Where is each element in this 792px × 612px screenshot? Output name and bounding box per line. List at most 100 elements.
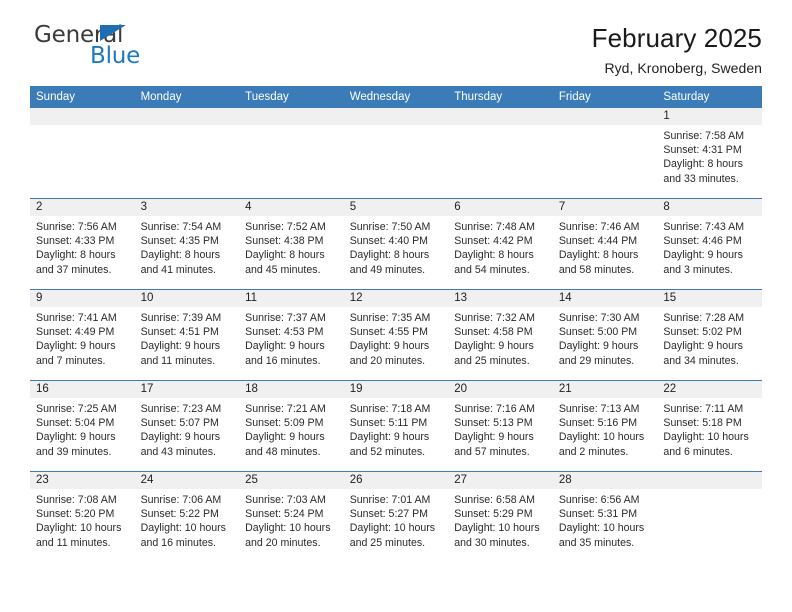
daylight-text-line2: and 52 minutes. <box>349 445 426 458</box>
calendar-cell[interactable]: 2 Sunrise: 7:56 AM Sunset: 4:33 PM Dayli… <box>30 198 135 290</box>
day-number: 1 <box>657 108 762 125</box>
daylight-text-line1: Daylight: 10 hours <box>349 522 436 535</box>
calendar-cell[interactable]: 18 Sunrise: 7:21 AM Sunset: 5:09 PM Dayl… <box>239 380 344 472</box>
day-number: 4 <box>239 199 344 216</box>
day-number: 8 <box>657 199 762 216</box>
weekday-header-wednesday: Wednesday <box>343 86 449 108</box>
daylight-text-line1: Daylight: 9 hours <box>454 431 534 444</box>
sunrise-text: Sunrise: 7:56 AM <box>36 221 117 233</box>
calendar-cell[interactable]: 14 Sunrise: 7:30 AM Sunset: 5:00 PM Dayl… <box>552 289 658 381</box>
sunset-text: Sunset: 5:27 PM <box>349 508 429 521</box>
day-number: 5 <box>343 199 449 216</box>
day-number <box>448 108 553 125</box>
day-number: 2 <box>30 199 135 216</box>
daylight-text-line1: Daylight: 8 hours <box>349 249 430 262</box>
calendar-cell[interactable]: 6 Sunrise: 7:48 AM Sunset: 4:42 PM Dayli… <box>448 198 553 290</box>
day-number: 23 <box>30 472 135 489</box>
daylight-text-line2: and 11 minutes. <box>140 354 216 367</box>
sunset-text: Sunset: 4:51 PM <box>140 326 219 339</box>
day-number: 6 <box>448 199 553 216</box>
calendar-cell[interactable]: 4 Sunrise: 7:52 AM Sunset: 4:38 PM Dayli… <box>239 198 344 290</box>
page-subtitle: Ryd, Kronoberg, Sweden <box>604 59 762 76</box>
calendar-week-row: 16 Sunrise: 7:25 AM Sunset: 5:04 PM Dayl… <box>30 380 762 472</box>
calendar-cell[interactable]: 24 Sunrise: 7:06 AM Sunset: 5:22 PM Dayl… <box>134 471 240 562</box>
daylight-text-line1: Daylight: 9 hours <box>558 340 639 353</box>
day-number <box>30 108 135 125</box>
weekday-header-thursday: Thursday <box>448 86 553 108</box>
sunset-text: Sunset: 5:00 PM <box>558 326 638 339</box>
day-number: 17 <box>134 381 240 398</box>
calendar-cell[interactable]: 11 Sunrise: 7:37 AM Sunset: 4:53 PM Dayl… <box>239 289 344 381</box>
calendar-cell[interactable]: 28 Sunrise: 6:56 AM Sunset: 5:31 PM Dayl… <box>552 471 658 562</box>
calendar-cell[interactable] <box>134 108 240 199</box>
calendar-cell[interactable] <box>239 108 344 199</box>
daylight-text-line1: Daylight: 9 hours <box>140 431 221 444</box>
weekday-header-saturday: Saturday <box>657 86 762 108</box>
sunrise-text: Sunrise: 7:21 AM <box>245 403 326 415</box>
daylight-text-line1: Daylight: 9 hours <box>36 340 116 353</box>
sunrise-text: Sunrise: 7:52 AM <box>245 221 326 233</box>
day-details: Sunrise: 7:11 AM Sunset: 5:18 PM Dayligh… <box>657 398 762 459</box>
calendar-cell[interactable] <box>343 108 449 199</box>
calendar-cell[interactable]: 19 Sunrise: 7:18 AM Sunset: 5:11 PM Dayl… <box>343 380 449 472</box>
day-number: 15 <box>657 290 762 307</box>
sunset-text: Sunset: 4:35 PM <box>140 235 219 248</box>
daylight-text-line1: Daylight: 9 hours <box>454 340 534 353</box>
calendar-cell[interactable]: 5 Sunrise: 7:50 AM Sunset: 4:40 PM Dayli… <box>343 198 449 290</box>
day-number: 20 <box>448 381 553 398</box>
calendar-cell[interactable]: 9 Sunrise: 7:41 AM Sunset: 4:49 PM Dayli… <box>30 289 135 381</box>
day-number: 27 <box>448 472 553 489</box>
calendar-cell[interactable]: 27 Sunrise: 6:58 AM Sunset: 5:29 PM Dayl… <box>448 471 553 562</box>
day-number: 19 <box>343 381 449 398</box>
calendar-cell[interactable]: 23 Sunrise: 7:08 AM Sunset: 5:20 PM Dayl… <box>30 471 135 562</box>
calendar-cell[interactable]: 1 Sunrise: 7:58 AM Sunset: 4:31 PM Dayli… <box>657 108 762 199</box>
day-details: Sunrise: 7:48 AM Sunset: 4:42 PM Dayligh… <box>448 216 553 277</box>
calendar-cell[interactable] <box>657 471 762 562</box>
daylight-text-line2: and 49 minutes. <box>349 263 426 276</box>
day-number: 22 <box>657 381 762 398</box>
logo-triangle-icon <box>100 25 126 41</box>
daylight-text-line2: and 25 minutes. <box>454 354 530 367</box>
daylight-text-line1: Daylight: 8 hours <box>558 249 639 262</box>
daylight-text-line2: and 20 minutes. <box>349 354 426 367</box>
sunrise-text: Sunrise: 7:01 AM <box>349 494 431 506</box>
calendar-cell[interactable]: 25 Sunrise: 7:03 AM Sunset: 5:24 PM Dayl… <box>239 471 344 562</box>
calendar-cell[interactable] <box>552 108 658 199</box>
day-details: Sunrise: 7:35 AM Sunset: 4:55 PM Dayligh… <box>344 307 449 368</box>
sunrise-text: Sunrise: 7:25 AM <box>36 403 117 415</box>
daylight-text-line2: and 41 minutes. <box>140 263 216 276</box>
calendar-cell[interactable]: 21 Sunrise: 7:13 AM Sunset: 5:16 PM Dayl… <box>552 380 658 472</box>
calendar-cell[interactable]: 8 Sunrise: 7:43 AM Sunset: 4:46 PM Dayli… <box>657 198 762 290</box>
daylight-text-line2: and 3 minutes. <box>663 263 733 276</box>
weekday-header-tuesday: Tuesday <box>239 86 344 108</box>
calendar-cell[interactable]: 12 Sunrise: 7:35 AM Sunset: 4:55 PM Dayl… <box>343 289 449 381</box>
sunset-text: Sunset: 5:04 PM <box>36 417 115 430</box>
day-details: Sunrise: 7:37 AM Sunset: 4:53 PM Dayligh… <box>239 307 344 368</box>
generalblue-logo[interactable]: General Blue <box>30 22 220 70</box>
calendar-cell[interactable]: 16 Sunrise: 7:25 AM Sunset: 5:04 PM Dayl… <box>30 380 135 472</box>
calendar-cell[interactable]: 15 Sunrise: 7:28 AM Sunset: 5:02 PM Dayl… <box>657 289 762 381</box>
sunset-text: Sunset: 5:02 PM <box>663 326 742 339</box>
sunrise-text: Sunrise: 7:28 AM <box>663 312 745 324</box>
sunrise-text: Sunrise: 7:46 AM <box>558 221 640 233</box>
day-details: Sunrise: 7:08 AM Sunset: 5:20 PM Dayligh… <box>30 489 135 550</box>
day-details: Sunrise: 7:18 AM Sunset: 5:11 PM Dayligh… <box>344 398 449 459</box>
day-number <box>343 108 449 125</box>
day-number <box>552 108 658 125</box>
calendar-cell[interactable]: 13 Sunrise: 7:32 AM Sunset: 4:58 PM Dayl… <box>448 289 553 381</box>
sunrise-text: Sunrise: 7:58 AM <box>663 130 745 142</box>
sunrise-text: Sunrise: 7:50 AM <box>349 221 431 233</box>
calendar-cell[interactable] <box>448 108 553 199</box>
calendar-cell[interactable]: 20 Sunrise: 7:16 AM Sunset: 5:13 PM Dayl… <box>448 380 553 472</box>
calendar-cell[interactable] <box>30 108 135 199</box>
day-details: Sunrise: 7:03 AM Sunset: 5:24 PM Dayligh… <box>239 489 344 550</box>
daylight-text-line1: Daylight: 9 hours <box>245 431 325 444</box>
calendar-cell[interactable]: 7 Sunrise: 7:46 AM Sunset: 4:44 PM Dayli… <box>552 198 658 290</box>
calendar-cell[interactable]: 22 Sunrise: 7:11 AM Sunset: 5:18 PM Dayl… <box>657 380 762 472</box>
calendar-cell[interactable]: 10 Sunrise: 7:39 AM Sunset: 4:51 PM Dayl… <box>134 289 240 381</box>
day-number: 28 <box>552 472 658 489</box>
calendar-cell[interactable]: 3 Sunrise: 7:54 AM Sunset: 4:35 PM Dayli… <box>134 198 240 290</box>
calendar-cell[interactable]: 26 Sunrise: 7:01 AM Sunset: 5:27 PM Dayl… <box>343 471 449 562</box>
daylight-text-line1: Daylight: 8 hours <box>36 249 116 262</box>
calendar-cell[interactable]: 17 Sunrise: 7:23 AM Sunset: 5:07 PM Dayl… <box>134 380 240 472</box>
